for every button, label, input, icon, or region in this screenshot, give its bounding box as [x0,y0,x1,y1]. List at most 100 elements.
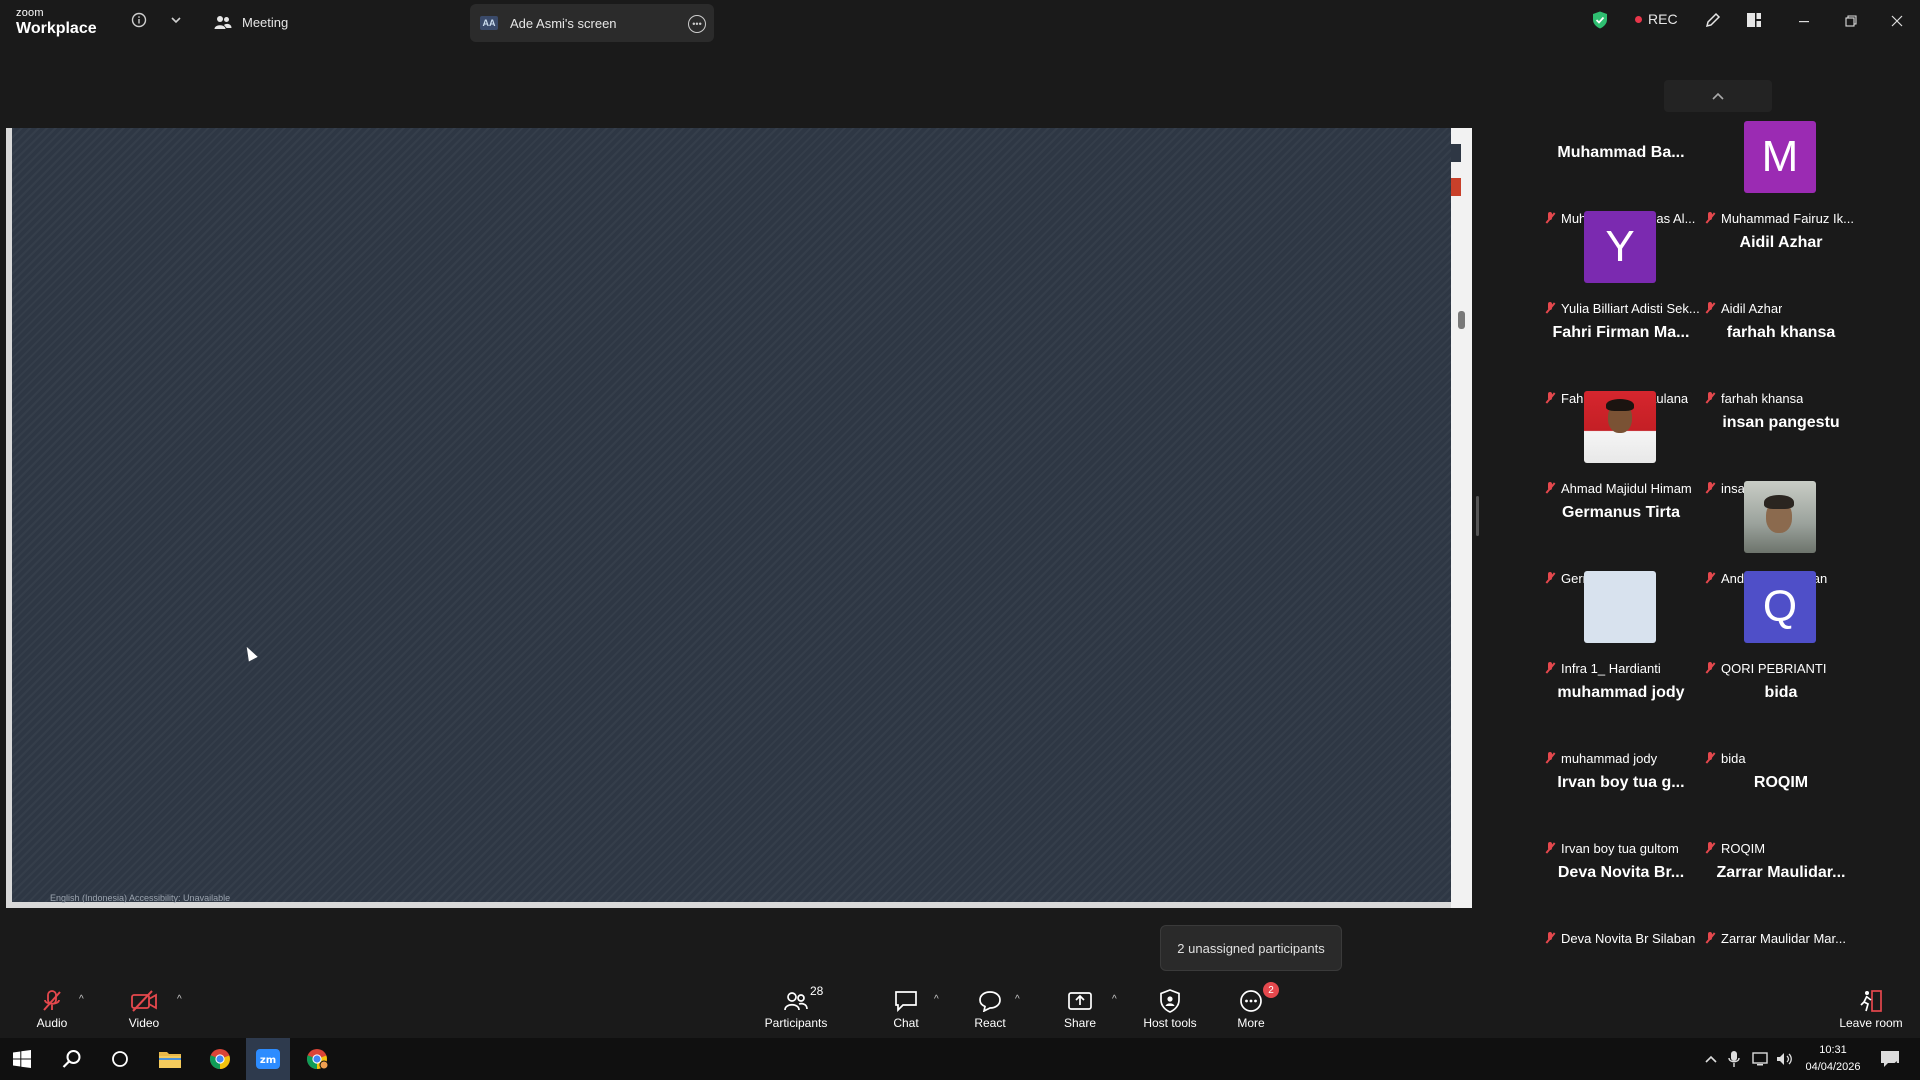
shared-screen-content[interactable] [12,128,1451,902]
chevron-down-icon[interactable] [166,10,186,30]
tray-volume-icon[interactable] [1776,1038,1794,1080]
chrome-icon[interactable] [198,1038,242,1080]
minimize-icon[interactable] [1790,9,1818,33]
video-camera-off-icon [131,990,157,1012]
encryption-shield-icon[interactable] [1590,10,1610,30]
participant-avatar: Y [1584,211,1656,283]
zoom-workplace-logo: zoom Workplace [16,8,97,37]
participant-tile[interactable]: ROQIM ROQIM [1701,747,1861,856]
participant-avatar: Q [1744,571,1816,643]
participant-tile[interactable]: insan pangestuinsan pangestu [1701,387,1861,496]
photo-hair [1606,399,1634,411]
view-layout-icon[interactable] [1744,10,1764,30]
participant-avatar: M [1744,121,1816,193]
host-tools-button[interactable]: Host tools [1138,980,1202,1038]
participants-icon [784,992,808,1011]
more-label: More [1237,1016,1265,1030]
restore-icon[interactable] [1837,9,1865,33]
notification-count: 1 [1894,1060,1900,1070]
participants-label: Participants [764,1016,828,1030]
tray-network-icon[interactable] [1752,1038,1770,1080]
gallery-scroll-up-button[interactable] [1664,80,1772,112]
clock-date: 04/04/2026 [1805,1061,1861,1073]
tab-meeting-label: Meeting [242,14,289,30]
audio-options-chevron-icon[interactable]: ^ [79,994,84,1005]
chat-button[interactable]: Chat [886,980,926,1038]
share-button[interactable]: Share [1060,980,1100,1038]
participants-count: 28 [810,984,824,998]
chat-label: Chat [893,1016,919,1030]
participant-tile[interactable]: Zarrar Maulidar... Zarrar Maulidar Mar... [1701,837,1861,946]
annotate-pen-icon[interactable] [1703,10,1723,30]
recording-label: REC [1648,11,1678,27]
tab-shared-screen-label: Ade Asmi's screen [510,15,617,31]
participant-tile[interactable]: muhammad jody muhammad jody [1541,657,1701,766]
logo-line2: Workplace [16,20,97,37]
title-bar: zoom Workplace Meeting AA Ade Asmi's scr… [0,0,1920,44]
participant-tile[interactable]: Q QORI PEBRIANTI [1701,567,1861,676]
meeting-info-icon[interactable] [129,10,149,30]
participant-tile[interactable]: farhah khansa farhah khansa [1701,297,1861,406]
host-tools-label: Host tools [1143,1016,1197,1030]
participant-photo [1744,481,1816,553]
cortana-icon[interactable] [98,1038,142,1080]
recording-indicator[interactable]: REC [1635,11,1678,27]
react-heart-bubble-icon [979,991,1001,1012]
meeting-toolbar: Audio ^ Video ^ 28 Participants Chat ^ R… [0,980,1920,1038]
participant-display-name: farhah khansa [1726,324,1836,341]
panel-resize-handle[interactable] [1476,496,1479,536]
participants-button[interactable]: 28 Participants [760,980,832,1038]
zoom-app-icon[interactable]: zm [246,1038,290,1080]
share-screen-icon [1068,992,1092,1010]
mic-muted-icon [1545,932,1555,944]
share-options-chevron-icon[interactable]: ^ [1112,994,1117,1005]
share-label: Share [1063,1016,1097,1030]
shared-status-bar: English (Indonesia) Accessibility: Unava… [50,893,231,903]
participant-display-name: Deva Novita Br... [1557,864,1685,881]
people-icon [214,16,232,29]
more-options-icon[interactable]: ••• [688,15,706,33]
close-icon[interactable] [1883,9,1911,33]
participant-display-name: ROQIM [1753,774,1809,791]
file-explorer-icon[interactable] [148,1038,192,1080]
tab-meeting[interactable]: Meeting [214,8,288,36]
chat-options-chevron-icon[interactable]: ^ [934,994,939,1005]
participant-tile[interactable]: Deva Novita Br... Deva Novita Br Silaban [1541,837,1701,946]
participant-display-name: bida [1764,684,1798,701]
taskbar-clock[interactable]: 10:31 04/04/2026 [1800,1042,1866,1076]
participant-display-name: muhammad jody [1557,684,1685,701]
more-button[interactable]: 2 More [1231,980,1279,1038]
participant-tile[interactable]: Irvan boy tua g... Irvan boy tua gultom [1541,747,1701,856]
video-options-chevron-icon[interactable]: ^ [177,994,182,1005]
sharer-avatar-badge: AA [480,16,498,30]
participant-tile[interactable]: Aidil Azhar Aidil Azhar [1701,207,1861,316]
action-center-icon[interactable]: 1 [1880,1038,1899,1080]
tab-shared-screen[interactable]: AA Ade Asmi's screen ••• [470,4,714,42]
audio-button[interactable]: Audio [32,980,72,1038]
leave-room-button[interactable]: Leave room [1838,980,1904,1038]
participant-tile[interactable]: bida bida [1701,657,1861,766]
participant-tile[interactable]: Ahmad Majidul Himam [1541,387,1701,496]
leave-exit-icon [1860,990,1882,1012]
chrome-profile-icon[interactable] [296,1038,340,1080]
participant-display-name: insan pangestu [1722,414,1840,431]
participant-photo [1584,391,1656,463]
chat-bubble-icon [895,991,917,1012]
participant-tile[interactable]: Y Yulia Billiart Adisti Sek... [1541,207,1701,316]
participant-tile[interactable]: Infra 1_ Hardianti [1541,567,1701,676]
video-button[interactable]: Video [124,980,164,1038]
participant-tile[interactable]: Muhammad Ba...Muhammad Bagas Al... [1541,117,1701,226]
tray-microphone-icon[interactable] [1728,1038,1740,1080]
participant-tile[interactable]: Germanus TirtaGermanus Tirta [1541,477,1701,586]
search-icon[interactable] [50,1038,94,1080]
participant-tile[interactable]: Fahri Firman Ma...Fahri Firman Maulana [1541,297,1701,406]
mic-muted-icon [1705,932,1715,944]
more-notification-badge: 2 [1263,982,1279,998]
unassigned-participants-tooltip[interactable]: 2 unassigned participants [1160,925,1342,971]
participant-tile[interactable]: Andika Agniyawan [1701,477,1861,586]
react-options-chevron-icon[interactable]: ^ [1015,994,1020,1005]
react-button[interactable]: React [970,980,1010,1038]
tray-chevron-up-icon[interactable] [1704,1038,1718,1080]
start-windows-icon[interactable] [0,1038,44,1080]
participant-tile[interactable]: M Muhammad Fairuz Ik... [1701,117,1861,226]
